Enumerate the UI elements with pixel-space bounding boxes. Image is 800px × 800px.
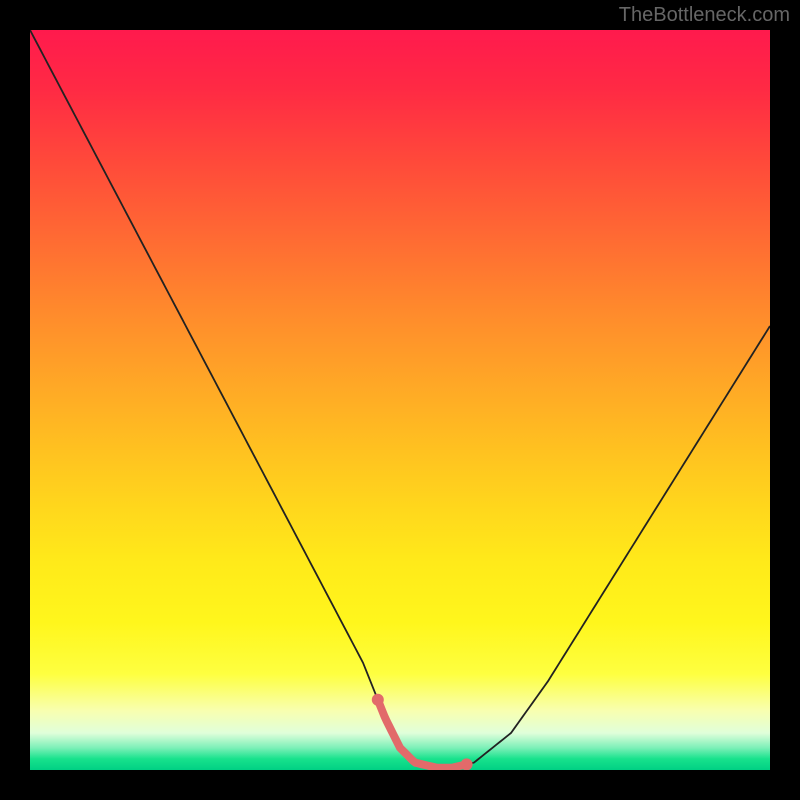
chart-frame: TheBottleneck.com xyxy=(0,0,800,800)
curve-highlight-path xyxy=(378,700,467,768)
curve-path xyxy=(30,30,770,768)
highlight-dot-left xyxy=(372,694,384,706)
highlight-dot-right xyxy=(461,758,473,770)
bottleneck-curve xyxy=(30,30,770,770)
plot-gradient-background xyxy=(30,30,770,770)
watermark-text: TheBottleneck.com xyxy=(619,4,790,27)
